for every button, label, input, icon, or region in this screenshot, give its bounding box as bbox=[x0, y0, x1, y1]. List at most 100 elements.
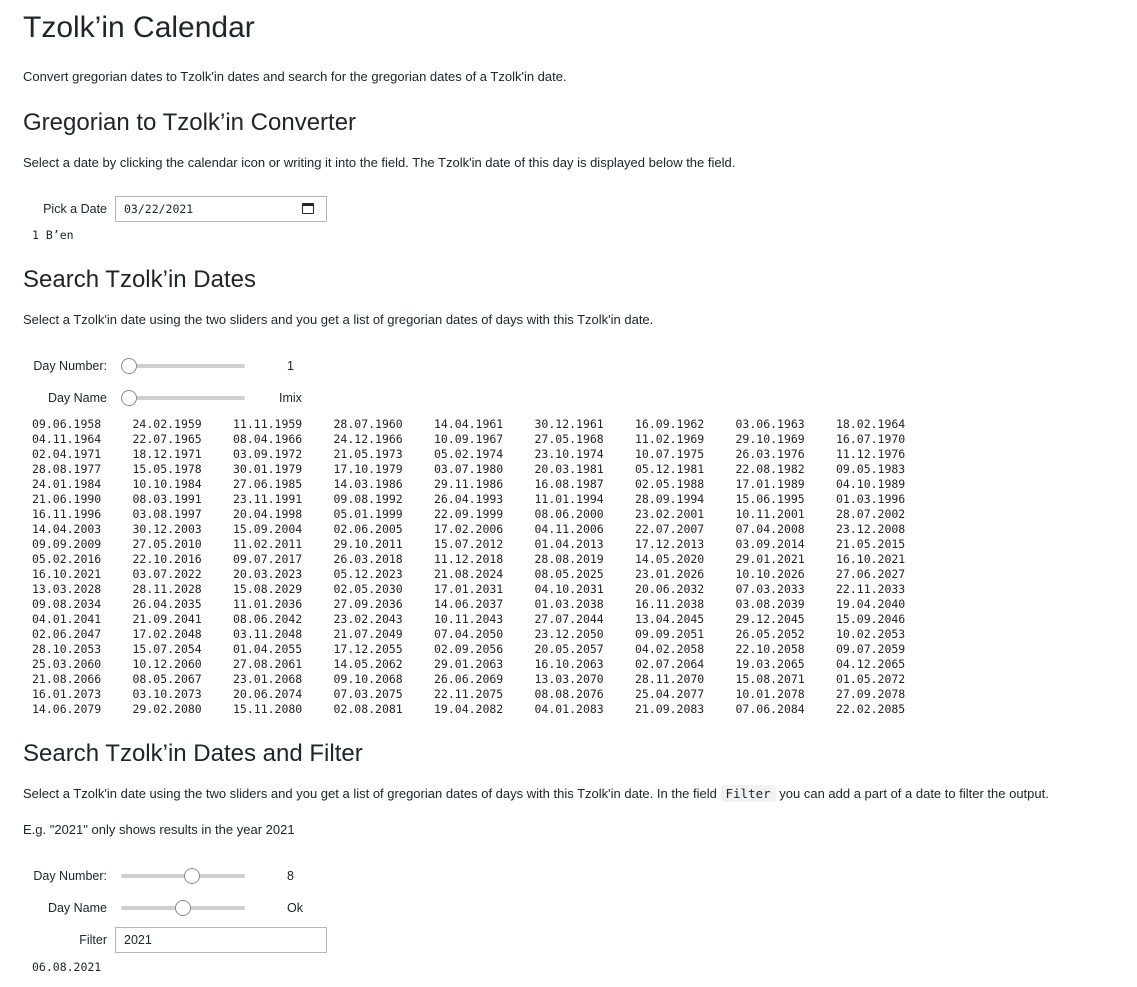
result-date: 11.12.1976 bbox=[836, 447, 906, 461]
filter-input[interactable]: 2021 bbox=[115, 927, 327, 953]
result-date: 14.04.2003 bbox=[32, 522, 102, 536]
result-date: 16.01.2073 bbox=[32, 687, 102, 701]
converter-description: Select a date by clicking the calendar i… bbox=[23, 155, 736, 170]
result-date: 03.09.2014 bbox=[735, 537, 805, 551]
result-date: 03.10.2073 bbox=[132, 687, 202, 701]
result-date: 03.09.1972 bbox=[233, 447, 303, 461]
result-date: 10.01.2078 bbox=[735, 687, 805, 701]
result-date: 26.03.1976 bbox=[735, 447, 805, 461]
results-row: 16.01.2073 03.10.2073 20.06.2074 07.03.2075… bbox=[32, 687, 937, 702]
day-name-slider[interactable] bbox=[121, 390, 245, 406]
results-row: 28.10.2053 15.07.2054 01.04.2055 17.12.2055… bbox=[32, 642, 937, 657]
result-date: 21.08.2024 bbox=[434, 567, 504, 581]
slider-thumb[interactable] bbox=[175, 900, 191, 916]
result-date: 24.02.1959 bbox=[132, 417, 202, 431]
result-date: 14.04.1961 bbox=[434, 417, 504, 431]
calendar-icon[interactable] bbox=[302, 203, 314, 214]
result-date: 08.08.2076 bbox=[534, 687, 604, 701]
results-row: 02.06.2047 17.02.2048 03.11.2048 21.07.2049… bbox=[32, 627, 937, 642]
result-date: 28.08.2019 bbox=[534, 552, 604, 566]
result-date: 27.09.2078 bbox=[836, 687, 906, 701]
result-date: 03.08.2039 bbox=[735, 597, 805, 611]
result-date: 03.08.1997 bbox=[132, 507, 202, 521]
filter-day-name-slider[interactable] bbox=[121, 900, 245, 916]
result-date: 20.03.1981 bbox=[534, 462, 604, 476]
slider-thumb[interactable] bbox=[121, 358, 137, 374]
result-date: 04.10.1989 bbox=[836, 477, 906, 491]
result-date: 19.04.2082 bbox=[434, 702, 504, 716]
results-row: 09.09.2009 27.05.2010 11.02.2011 29.10.2011… bbox=[32, 537, 937, 552]
results-row: 28.08.1977 15.05.1978 30.01.1979 17.10.1979… bbox=[32, 462, 937, 477]
result-date: 19.04.2040 bbox=[836, 597, 906, 611]
result-date: 15.08.2029 bbox=[233, 582, 303, 596]
result-date: 08.03.1991 bbox=[132, 492, 202, 506]
result-date: 26.04.2035 bbox=[132, 597, 202, 611]
result-date: 23.10.1974 bbox=[534, 447, 604, 461]
result-date: 13.03.2028 bbox=[32, 582, 102, 596]
results-row: 14.06.2079 29.02.2080 15.11.2080 02.08.2081… bbox=[32, 702, 937, 717]
result-date: 26.06.2069 bbox=[434, 672, 504, 686]
slider-track bbox=[121, 396, 245, 400]
result-date: 21.05.1973 bbox=[333, 447, 403, 461]
result-date: 10.11.2001 bbox=[735, 507, 805, 521]
result-date: 20.05.2057 bbox=[534, 642, 604, 656]
result-date: 05.12.1981 bbox=[635, 462, 705, 476]
result-date: 30.01.1979 bbox=[233, 462, 303, 476]
result-date: 10.11.2043 bbox=[434, 612, 504, 626]
result-date: 02.07.2064 bbox=[635, 657, 705, 671]
slider-track bbox=[121, 364, 245, 368]
result-date: 22.08.1982 bbox=[735, 462, 805, 476]
result-date: 15.08.2071 bbox=[735, 672, 805, 686]
result-date: 28.10.2053 bbox=[32, 642, 102, 656]
result-date: 17.12.2055 bbox=[333, 642, 403, 656]
filter-day-number-label: Day Number: bbox=[33, 869, 107, 883]
result-date: 28.11.2070 bbox=[635, 672, 705, 686]
slider-thumb[interactable] bbox=[183, 868, 200, 884]
filter-label: Filter bbox=[79, 933, 107, 947]
search-description: Select a Tzolk'in date using the two sli… bbox=[23, 312, 654, 327]
results-row: 21.08.2066 08.05.2067 23.01.2068 09.10.2068… bbox=[32, 672, 937, 687]
result-date: 07.03.2075 bbox=[333, 687, 403, 701]
result-date: 21.06.1990 bbox=[32, 492, 102, 506]
result-date: 21.09.2041 bbox=[132, 612, 202, 626]
result-date: 16.10.2021 bbox=[32, 567, 102, 581]
result-date: 19.03.2065 bbox=[735, 657, 805, 671]
result-date: 23.01.2068 bbox=[233, 672, 303, 686]
filter-description: Select a Tzolk'in date using the two sli… bbox=[23, 785, 1049, 803]
result-date: 10.02.2053 bbox=[836, 627, 906, 641]
result-date: 05.02.2016 bbox=[32, 552, 102, 566]
result-date: 27.07.2044 bbox=[534, 612, 604, 626]
result-date: 30.12.1961 bbox=[534, 417, 604, 431]
results-row: 25.03.2060 10.12.2060 27.08.2061 14.05.2062… bbox=[32, 657, 937, 672]
result-date: 24.01.1984 bbox=[32, 477, 102, 491]
result-date: 29.02.2080 bbox=[132, 702, 202, 716]
date-input[interactable]: 03/22/2021 bbox=[115, 196, 327, 222]
result-date: 22.07.2007 bbox=[635, 522, 705, 536]
filter-day-number-value: 8 bbox=[287, 869, 294, 883]
result-date: 11.11.1959 bbox=[233, 417, 303, 431]
result-date: 04.02.2058 bbox=[635, 642, 705, 656]
result-date: 11.02.1969 bbox=[635, 432, 705, 446]
result-date: 23.02.2001 bbox=[635, 507, 705, 521]
search-heading: Search Tzolk’in Dates bbox=[23, 266, 256, 293]
result-date: 29.12.2045 bbox=[735, 612, 805, 626]
result-date: 22.09.1999 bbox=[434, 507, 504, 521]
day-number-slider[interactable] bbox=[121, 358, 245, 374]
result-date: 18.12.1971 bbox=[132, 447, 202, 461]
result-date: 15.05.1978 bbox=[132, 462, 202, 476]
result-date: 16.07.1970 bbox=[836, 432, 906, 446]
result-date: 10.07.1975 bbox=[635, 447, 705, 461]
filter-day-number-slider[interactable] bbox=[121, 868, 245, 884]
result-date: 25.03.2060 bbox=[32, 657, 102, 671]
result-date: 27.06.2027 bbox=[836, 567, 906, 581]
result-date: 28.11.2028 bbox=[132, 582, 202, 596]
result-date: 15.11.2080 bbox=[233, 702, 303, 716]
slider-thumb[interactable] bbox=[121, 390, 137, 406]
result-date: 29.01.2021 bbox=[735, 552, 805, 566]
result-date: 13.03.2070 bbox=[534, 672, 604, 686]
result-date: 02.06.2005 bbox=[333, 522, 403, 536]
results-row: 04.11.1964 22.07.1965 08.04.1966 24.12.1966… bbox=[32, 432, 937, 447]
result-date: 23.12.2008 bbox=[836, 522, 906, 536]
result-date: 14.06.2079 bbox=[32, 702, 102, 716]
result-date: 08.05.2067 bbox=[132, 672, 202, 686]
